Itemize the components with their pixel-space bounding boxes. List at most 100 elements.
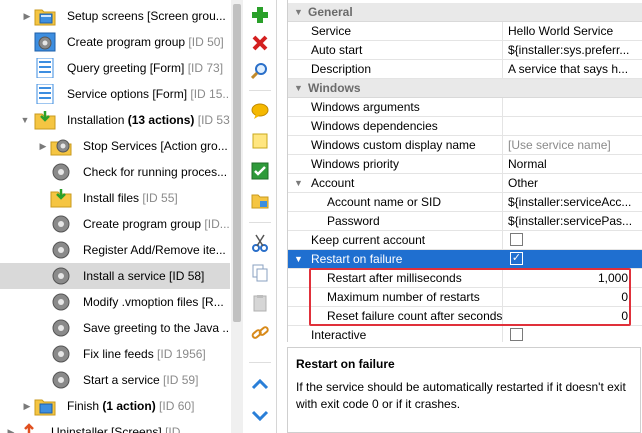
tree-item-check-running-processes[interactable]: Check for running proces... <box>0 159 230 185</box>
property-windows-priority[interactable]: Windows priority Normal <box>288 155 642 174</box>
property-value[interactable]: ${installer:sys.preferr... <box>508 43 638 57</box>
delete-button[interactable] <box>249 32 271 54</box>
note-button[interactable] <box>249 130 271 152</box>
expand-arrow-icon[interactable]: ▶ <box>22 11 32 21</box>
tree-item-modify-vmoption[interactable]: Modify .vmoption files [R... <box>0 289 230 315</box>
property-value[interactable]: Other <box>508 176 638 190</box>
property-value[interactable]: 0 <box>508 290 628 304</box>
collapse-arrow-icon[interactable]: ▼ <box>294 83 304 93</box>
property-name: Restart after milliseconds <box>327 271 462 285</box>
property-account[interactable]: ▼ Account Other <box>288 174 642 193</box>
property-auto-start[interactable]: Auto start ${installer:sys.preferr... <box>288 41 642 60</box>
tree-item-label: Query greeting [Form] <box>67 61 185 75</box>
expand-arrow-icon[interactable]: ▶ <box>22 401 32 411</box>
property-value[interactable]: 1,000 <box>508 271 628 285</box>
search-icon <box>251 63 267 80</box>
tree-item-install-files[interactable]: Install files [ID 55] <box>0 185 230 211</box>
tree-item-start-a-service[interactable]: Start a service [ID 59] <box>0 367 230 393</box>
link-button[interactable] <box>249 322 271 344</box>
paste-button[interactable] <box>249 292 271 314</box>
tree-item-label: Stop Services [Action gro... <box>83 139 228 153</box>
tree-item-count: (13 actions) <box>127 113 195 127</box>
tree-item-save-greeting[interactable]: Save greeting to the Java ... <box>0 315 230 341</box>
expand-arrow-icon[interactable]: ▶ <box>38 141 48 151</box>
property-value[interactable]: Normal <box>508 157 638 171</box>
install-folder-icon <box>50 189 72 208</box>
collapse-arrow-icon[interactable]: ▼ <box>294 7 304 17</box>
tree-item-id: [ID 1956] <box>157 347 206 361</box>
property-value[interactable]: 0 <box>508 309 628 323</box>
property-value[interactable]: A service that says h... <box>508 62 638 76</box>
tree-item-stop-services[interactable]: ▶ Stop Services [Action gro... <box>0 133 230 159</box>
collapse-arrow-icon[interactable]: ▼ <box>294 178 304 188</box>
move-up-button[interactable] <box>249 374 271 396</box>
property-name: Windows dependencies <box>311 119 438 133</box>
search-button[interactable] <box>249 60 271 82</box>
property-value[interactable]: [Use service name] <box>508 138 638 152</box>
property-restart-on-failure[interactable]: ▼ Restart on failure ✓ <box>288 250 642 269</box>
cut-button[interactable] <box>249 232 271 254</box>
tree-scrollbar[interactable] <box>231 0 243 433</box>
uninstall-icon <box>24 423 34 433</box>
property-description[interactable]: Description A service that says h... <box>288 60 642 79</box>
tree-item-query-greeting[interactable]: Query greeting [Form] [ID 73] <box>0 55 230 81</box>
move-down-icon <box>251 410 269 422</box>
tree-item-service-options[interactable]: Service options [Form] [ID 15... <box>0 81 230 107</box>
category-general[interactable]: ▼ General <box>288 3 642 22</box>
property-max-restarts[interactable]: Maximum number of restarts 0 <box>288 288 642 307</box>
tree-item-label: Install files <box>83 191 140 205</box>
category-windows[interactable]: ▼ Windows <box>288 79 642 98</box>
add-button[interactable] <box>249 4 271 26</box>
property-name: Account <box>311 176 355 190</box>
property-name: Password <box>327 214 380 228</box>
property-password[interactable]: Password ${installer:servicePas... <box>288 212 642 231</box>
property-name: Interactive <box>311 328 367 342</box>
move-down-button[interactable] <box>249 404 271 426</box>
interactive-checkbox[interactable] <box>510 328 523 341</box>
comment-button[interactable] <box>249 100 271 122</box>
tree-item-fix-line-feeds[interactable]: Fix line feeds [ID 1956] <box>0 341 230 367</box>
tree-item-label: Service options [Form] <box>67 87 188 101</box>
tree-item-finish[interactable]: ▶ Finish (1 action) [ID 60] <box>0 393 230 419</box>
copy-button[interactable] <box>249 262 271 284</box>
tree-item-id: [ID 59] <box>163 373 199 387</box>
property-account-sid[interactable]: Account name or SID ${installer:serviceA… <box>288 193 642 212</box>
check-button[interactable] <box>249 160 271 182</box>
property-reset-failure-count[interactable]: Reset failure count after seconds 0 <box>288 307 642 326</box>
property-windows-dependencies[interactable]: Windows dependencies <box>288 117 642 136</box>
property-interactive[interactable]: Interactive <box>288 326 642 342</box>
toolbar-separator <box>249 362 271 363</box>
folder-settings-button[interactable] <box>249 190 271 212</box>
tree-item-id: [ID 55] <box>142 191 178 205</box>
property-windows-display-name[interactable]: Windows custom display name [Use service… <box>288 136 642 155</box>
tree-item-install-a-service[interactable]: Install a service [ID 58] <box>0 263 230 289</box>
category-label: General <box>308 5 353 19</box>
tree-item-register-add-remove[interactable]: Register Add/Remove ite... <box>0 237 230 263</box>
restart-on-failure-checkbox[interactable]: ✓ <box>510 252 523 265</box>
tree-item-label: Create program group <box>67 35 186 49</box>
tree-item-create-program-group[interactable]: Create program group [ID 50] <box>0 29 230 55</box>
check-icon <box>251 162 269 180</box>
tree-item-create-program-group-2[interactable]: Create program group [ID... <box>0 211 230 237</box>
property-value[interactable]: ${installer:serviceAcc... <box>508 195 638 209</box>
tree-item-setup-screens[interactable]: ▶ Setup screens [Screen grou... <box>0 3 230 29</box>
tree-item-id: [ID 73] <box>187 61 224 75</box>
tree-item-label: Save greeting to the Java ... <box>83 321 230 335</box>
gear-icon <box>52 345 70 363</box>
form-icon <box>36 84 54 104</box>
property-restart-after-ms[interactable]: Restart after milliseconds 1,000 <box>288 269 642 288</box>
collapse-arrow-icon[interactable]: ▼ <box>20 115 30 125</box>
property-keep-current-account[interactable]: Keep current account <box>288 231 642 250</box>
tree-item-label: Install a service [ID 58] <box>83 269 205 283</box>
property-windows-arguments[interactable]: Windows arguments <box>288 98 642 117</box>
tree-item-uninstaller[interactable]: ▶ Uninstaller [Screens] [ID... <box>0 419 230 433</box>
property-value[interactable]: Hello World Service <box>508 24 638 38</box>
property-service[interactable]: Service Hello World Service <box>288 22 642 41</box>
expand-arrow-icon[interactable]: ▶ <box>6 427 16 433</box>
property-value[interactable]: ${installer:servicePas... <box>508 214 638 228</box>
tree-item-installation[interactable]: ▼ Installation (13 actions) [ID 53] <box>0 107 230 133</box>
scrollbar-thumb[interactable] <box>233 4 241 322</box>
keep-account-checkbox[interactable] <box>510 233 523 246</box>
move-up-icon <box>251 378 269 390</box>
collapse-arrow-icon[interactable]: ▼ <box>294 254 304 264</box>
